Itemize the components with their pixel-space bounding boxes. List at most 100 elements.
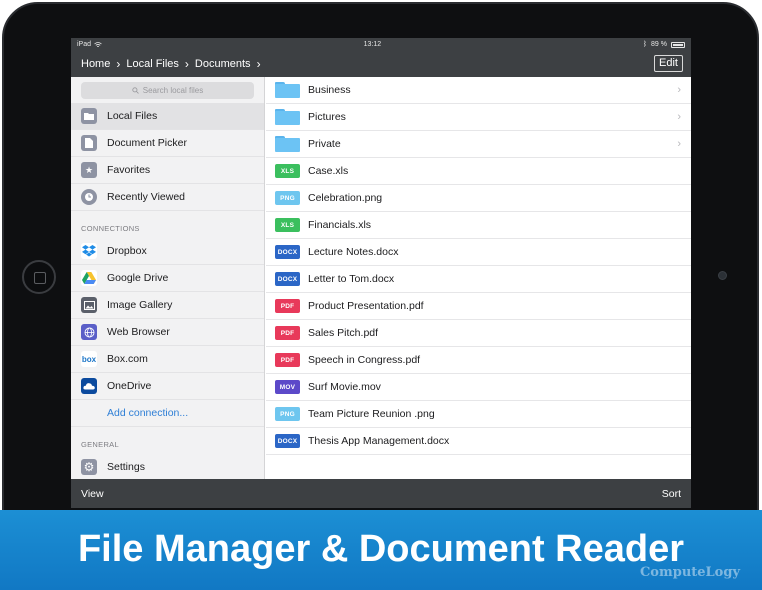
navigation-bar: Home › Local Files › Documents › Edit: [71, 51, 691, 77]
file-name: Pictures: [308, 111, 346, 123]
sidebar-item-label: Document Picker: [107, 137, 187, 149]
battery-icon: [671, 41, 685, 48]
chevron-right-icon: ›: [677, 111, 681, 123]
chevron-right-icon: ›: [116, 57, 121, 71]
sidebar-item-onedrive[interactable]: OneDrive: [71, 373, 264, 400]
file-name: Letter to Tom.docx: [308, 273, 395, 285]
camera-icon: [718, 271, 727, 280]
file-name: Business: [308, 84, 351, 96]
sidebar-item-label: Web Browser: [107, 326, 170, 338]
search-icon: [132, 87, 139, 94]
file-name: Financials.xls: [308, 219, 372, 231]
edit-button[interactable]: Edit: [654, 55, 683, 72]
promo-banner: File Manager & Document Reader ComputeLo…: [0, 510, 762, 590]
chevron-right-icon: ›: [256, 57, 261, 71]
xls-file-icon: XLS: [275, 164, 300, 178]
sidebar-item-web-browser[interactable]: Web Browser: [71, 319, 264, 346]
file-row[interactable]: MOV Surf Movie.mov: [266, 374, 691, 401]
file-row[interactable]: PNG Team Picture Reunion .png: [266, 401, 691, 428]
sidebar-item-label: Google Drive: [107, 272, 169, 284]
file-name: Product Presentation.pdf: [308, 300, 424, 312]
file-row-pictures[interactable]: Pictures ›: [266, 104, 691, 131]
connections-header: CONNECTIONS: [81, 224, 140, 233]
watermark: ComputeLogy: [639, 565, 740, 580]
sidebar-item-label: Local Files: [107, 110, 158, 122]
folder-icon: [81, 108, 97, 124]
sidebar-item-label: OneDrive: [107, 380, 152, 392]
folder-icon: [275, 82, 300, 98]
sort-button[interactable]: Sort: [662, 488, 681, 500]
breadcrumb-home[interactable]: Home: [81, 58, 110, 70]
sidebar-item-settings[interactable]: ⚙ Settings: [71, 454, 264, 479]
sidebar-item-label: Settings: [107, 461, 145, 473]
docx-file-icon: DOCX: [275, 434, 300, 448]
file-row[interactable]: XLS Case.xls: [266, 158, 691, 185]
search-placeholder: Search local files: [142, 86, 204, 95]
file-row-private[interactable]: Private ›: [266, 131, 691, 158]
file-row[interactable]: DOCX Thesis App Management.docx: [266, 428, 691, 455]
dropbox-icon: [81, 243, 97, 259]
file-name: Speech in Congress.pdf: [308, 354, 421, 366]
folder-icon: [275, 136, 300, 152]
pdf-file-icon: PDF: [275, 299, 300, 313]
file-row[interactable]: PNG Celebration.png: [266, 185, 691, 212]
status-time: 13:12: [363, 41, 382, 48]
sidebar-item-label: Box.com: [107, 353, 148, 365]
sidebar-item-google-drive[interactable]: Google Drive: [71, 265, 264, 292]
bluetooth-icon: ᛒ: [642, 41, 648, 48]
chevron-right-icon: ›: [184, 57, 189, 71]
file-row[interactable]: PDF Speech in Congress.pdf: [266, 347, 691, 374]
app-screen: iPad 13:12 ᛒ 89 % Home › Local Files › D…: [71, 38, 691, 508]
sidebar-item-recently-viewed[interactable]: Recently Viewed: [71, 184, 264, 211]
file-name: Team Picture Reunion .png: [308, 408, 435, 420]
bottom-toolbar: View Sort: [71, 479, 691, 508]
file-name: Lecture Notes.docx: [308, 246, 399, 258]
mov-file-icon: MOV: [275, 380, 300, 394]
file-name: Case.xls: [308, 165, 349, 177]
chevron-right-icon: ›: [677, 84, 681, 96]
sidebar-item-document-picker[interactable]: Document Picker: [71, 130, 264, 157]
file-row[interactable]: DOCX Lecture Notes.docx: [266, 239, 691, 266]
sidebar-item-label: Dropbox: [107, 245, 147, 257]
breadcrumb: Home › Local Files › Documents ›: [81, 57, 267, 71]
banner-title: File Manager & Document Reader: [77, 527, 685, 570]
folder-icon: [275, 109, 300, 125]
file-name: Thesis App Management.docx: [308, 435, 450, 447]
sidebar-item-label: Recently Viewed: [107, 191, 186, 203]
battery-percent: 89 %: [651, 41, 667, 48]
globe-icon: [81, 324, 97, 340]
file-name: Surf Movie.mov: [308, 381, 381, 393]
star-icon: ★: [81, 162, 97, 178]
sidebar-item-local-files[interactable]: Local Files: [71, 103, 264, 130]
file-row[interactable]: PDF Product Presentation.pdf: [266, 293, 691, 320]
device-name: iPad: [77, 41, 92, 48]
sidebar-item-favorites[interactable]: ★ Favorites: [71, 157, 264, 184]
home-button[interactable]: [22, 260, 56, 294]
breadcrumb-local-files[interactable]: Local Files: [126, 58, 179, 70]
file-row[interactable]: XLS Financials.xls: [266, 212, 691, 239]
add-connection-link[interactable]: Add connection...: [71, 400, 264, 427]
general-header: GENERAL: [81, 440, 119, 449]
xls-file-icon: XLS: [275, 218, 300, 232]
file-row[interactable]: PDF Sales Pitch.pdf: [266, 320, 691, 347]
box-icon: box: [81, 351, 97, 367]
pdf-file-icon: PDF: [275, 353, 300, 367]
docx-file-icon: DOCX: [275, 245, 300, 259]
file-name: Private: [308, 138, 341, 150]
sidebar-item-dropbox[interactable]: Dropbox: [71, 238, 264, 265]
file-name: Celebration.png: [308, 192, 383, 204]
view-button[interactable]: View: [81, 488, 104, 500]
image-gallery-icon: [81, 297, 97, 313]
sidebar-item-box[interactable]: box Box.com: [71, 346, 264, 373]
status-bar: iPad 13:12 ᛒ 89 %: [71, 38, 691, 51]
png-file-icon: PNG: [275, 407, 300, 421]
pdf-file-icon: PDF: [275, 326, 300, 340]
sidebar-item-image-gallery[interactable]: Image Gallery: [71, 292, 264, 319]
file-row[interactable]: DOCX Letter to Tom.docx: [266, 266, 691, 293]
docx-file-icon: DOCX: [275, 272, 300, 286]
file-row-business[interactable]: Business ›: [266, 77, 691, 104]
onedrive-icon: [81, 378, 97, 394]
search-input[interactable]: Search local files: [81, 82, 254, 99]
breadcrumb-documents[interactable]: Documents: [195, 58, 251, 70]
sidebar-item-label: Favorites: [107, 164, 151, 176]
